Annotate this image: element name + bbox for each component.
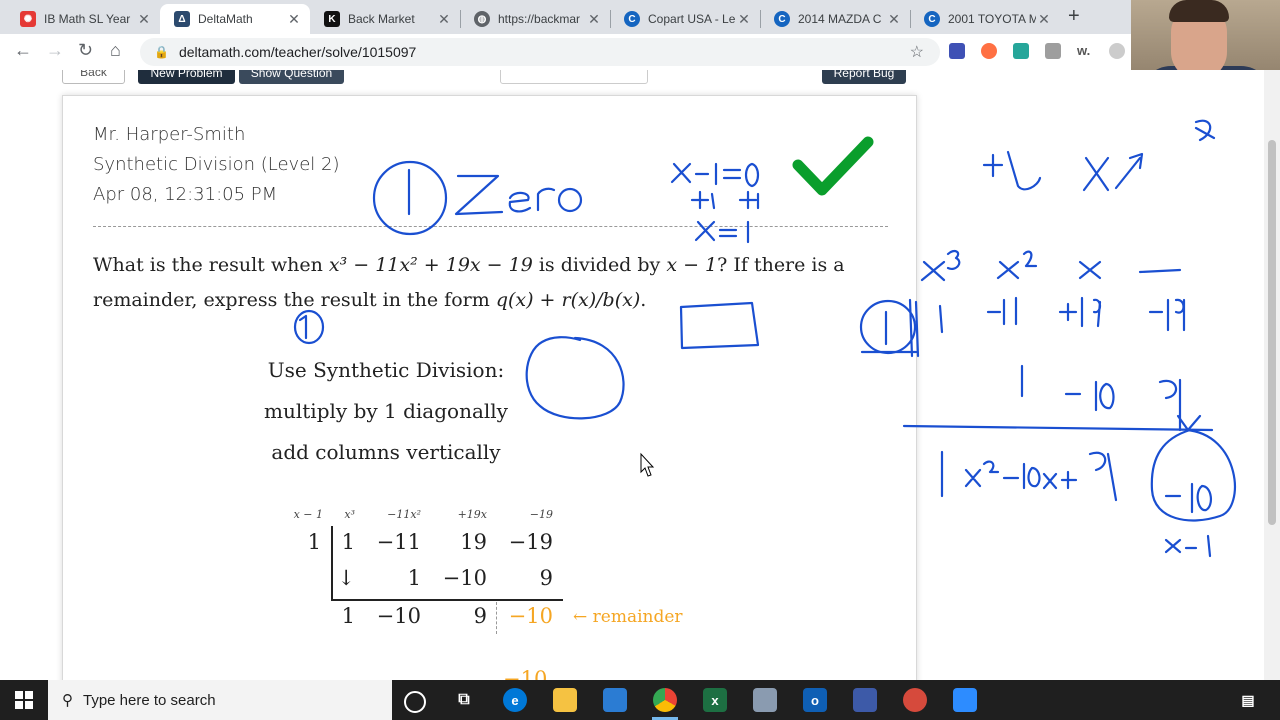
start-button[interactable] bbox=[0, 680, 48, 720]
tab-backmarket-url[interactable]: ◍ https://backmar ✕ bbox=[460, 4, 610, 34]
division-line bbox=[331, 599, 563, 601]
close-icon[interactable]: ✕ bbox=[1036, 11, 1052, 28]
close-icon[interactable]: ✕ bbox=[736, 11, 752, 28]
product-cell: −10 bbox=[442, 566, 487, 590]
instruction-line-3: add columns vertically bbox=[271, 440, 501, 464]
address-bar[interactable]: 🔒 deltamath.com/teacher/solve/1015097 ☆ bbox=[140, 38, 940, 66]
lock-icon: 🔒 bbox=[154, 45, 169, 59]
page-scrollbar[interactable] bbox=[1264, 70, 1280, 680]
remainder-label: ← remainder bbox=[573, 607, 683, 627]
divider bbox=[93, 226, 888, 227]
tab-strip: ✺ IB Math SL Year ✕ Δ DeltaMath ✕ K Back… bbox=[0, 0, 1280, 34]
file-explorer-icon[interactable] bbox=[553, 688, 577, 712]
instruction-line-2: multiply by 1 diagonally bbox=[264, 399, 508, 423]
outlook-icon[interactable]: o bbox=[803, 688, 827, 712]
forward-arrow-icon[interactable]: → bbox=[46, 40, 64, 61]
header-cell: x³ bbox=[344, 508, 355, 521]
instruction-line-1: Use Synthetic Division: bbox=[267, 358, 505, 382]
coef-cell: −19 bbox=[508, 530, 553, 554]
tab-toyota[interactable]: C 2001 TOYOTA M ✕ bbox=[910, 4, 1060, 34]
coef-cell: 1 bbox=[341, 530, 355, 554]
task-view-icon[interactable]: ⧉ bbox=[452, 688, 476, 712]
extension-icon[interactable] bbox=[1109, 43, 1125, 59]
home-icon[interactable]: ⌂ bbox=[110, 40, 121, 61]
scrollbar-thumb[interactable] bbox=[1268, 140, 1276, 525]
close-icon[interactable]: ✕ bbox=[436, 11, 452, 28]
product-cell: 9 bbox=[539, 566, 553, 590]
store-icon[interactable] bbox=[603, 688, 627, 712]
zoom-icon[interactable] bbox=[953, 688, 977, 712]
new-tab-button[interactable]: + bbox=[1068, 5, 1080, 28]
ib-icon: ✺ bbox=[20, 11, 36, 27]
report-bug-button[interactable]: Report Bug bbox=[822, 70, 906, 84]
cortana-icon[interactable] bbox=[404, 691, 426, 713]
down-arrow-icon: ↓ bbox=[337, 566, 355, 590]
taskbar-search[interactable]: ⚲ Type here to search bbox=[48, 680, 392, 720]
problem-card: Mr. Harper-Smith Synthetic Division (Lev… bbox=[62, 95, 917, 680]
coef-cell: 19 bbox=[460, 530, 487, 554]
edge-icon[interactable]: e bbox=[503, 688, 527, 712]
timestamp: Apr 08, 12:31:05 PM bbox=[93, 184, 278, 205]
extension-icon[interactable] bbox=[981, 43, 997, 59]
tab-copart[interactable]: C Copart USA - Le ✕ bbox=[610, 4, 760, 34]
copart-icon: C bbox=[924, 11, 940, 27]
close-icon[interactable]: ✕ bbox=[586, 11, 602, 28]
deltamath-icon: Δ bbox=[174, 11, 190, 27]
extension-icon[interactable] bbox=[1045, 43, 1061, 59]
excel-icon[interactable]: x bbox=[703, 688, 727, 712]
result-cell: 9 bbox=[473, 604, 487, 628]
chrome-icon[interactable] bbox=[653, 688, 677, 712]
result-cell: −10 bbox=[376, 604, 421, 628]
windows-taskbar: ⚲ Type here to search ⧉ e x o ▤ bbox=[0, 680, 1280, 720]
tab-ib-math[interactable]: ✺ IB Math SL Year ✕ bbox=[6, 4, 160, 34]
root-value: 1 bbox=[307, 530, 321, 554]
divisor-label: x − 1 bbox=[293, 508, 323, 521]
tab-deltamath[interactable]: Δ DeltaMath ✕ bbox=[160, 4, 310, 34]
close-icon[interactable]: ✕ bbox=[886, 11, 902, 28]
building-icon[interactable] bbox=[853, 688, 877, 712]
assignment-title: Synthetic Division (Level 2) bbox=[93, 154, 340, 175]
back-arrow-icon[interactable]: ← bbox=[14, 40, 32, 61]
show-question-button[interactable]: Show Question bbox=[239, 70, 344, 84]
close-icon[interactable]: ✕ bbox=[136, 11, 152, 28]
close-icon[interactable]: ✕ bbox=[286, 11, 302, 28]
bookmark-star-icon[interactable]: ☆ bbox=[910, 42, 924, 62]
search-icon: ⚲ bbox=[62, 692, 73, 709]
header-cell: −11x² bbox=[387, 508, 421, 521]
header-cell: +19x bbox=[457, 508, 487, 521]
cutoff-value: −10 bbox=[503, 667, 548, 680]
back-button[interactable]: Back bbox=[62, 70, 125, 84]
extension-icon[interactable] bbox=[1013, 43, 1029, 59]
page-content: Back New Problem Show Question Report Bu… bbox=[0, 70, 1280, 680]
paint-icon[interactable] bbox=[903, 688, 927, 712]
coef-cell: −11 bbox=[376, 530, 421, 554]
answer-form: q(x) + r(x)/b(x) bbox=[495, 289, 641, 311]
reload-icon[interactable]: ↻ bbox=[78, 40, 93, 61]
tab-back-market[interactable]: K Back Market ✕ bbox=[310, 4, 460, 34]
globe-icon: ◍ bbox=[474, 11, 490, 27]
search-box[interactable] bbox=[500, 70, 648, 84]
tab-mazda[interactable]: C 2014 MAZDA C ✕ bbox=[760, 4, 910, 34]
notification-icon[interactable]: ▤ bbox=[1236, 688, 1260, 712]
new-problem-button[interactable]: New Problem bbox=[138, 70, 235, 84]
app-icon[interactable] bbox=[753, 688, 777, 712]
windows-icon bbox=[15, 691, 33, 709]
product-cell: 1 bbox=[407, 566, 421, 590]
remainder-value: −10 bbox=[508, 604, 553, 628]
copart-icon: C bbox=[624, 11, 640, 27]
backmarket-icon: K bbox=[324, 11, 340, 27]
url-text: deltamath.com/teacher/solve/1015097 bbox=[178, 44, 417, 60]
header-cell: −19 bbox=[529, 508, 553, 521]
question-text: What is the result when x³ − 11x² + 19x … bbox=[93, 254, 845, 311]
extension-icon[interactable]: w. bbox=[1077, 43, 1093, 59]
result-cell: 1 bbox=[341, 604, 355, 628]
divisor: x − 1 bbox=[666, 254, 718, 276]
dividend: x³ − 11x² + 19x − 19 bbox=[328, 254, 533, 276]
search-placeholder: Type here to search bbox=[83, 691, 216, 709]
extension-icon[interactable] bbox=[949, 43, 965, 59]
copart-icon: C bbox=[774, 11, 790, 27]
teacher-name: Mr. Harper-Smith bbox=[93, 124, 246, 145]
